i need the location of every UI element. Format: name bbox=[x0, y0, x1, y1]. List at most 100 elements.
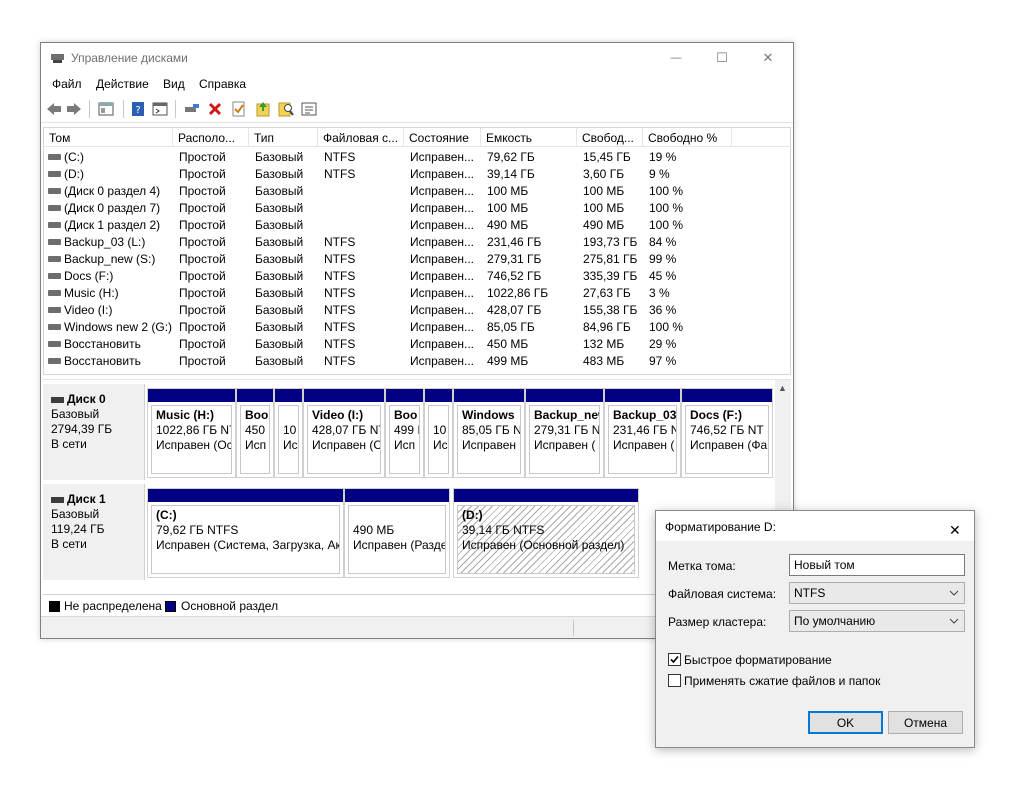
dialog-close-button[interactable]: ✕ bbox=[940, 513, 970, 539]
volume-label-input[interactable]: Новый том bbox=[789, 554, 965, 576]
search-button[interactable] bbox=[277, 100, 295, 118]
partition-block[interactable]: Boo 450 Исп bbox=[236, 388, 274, 478]
table-row[interactable]: Backup_new (S:) Простой Базовый NTFS Исправе… bbox=[44, 250, 790, 267]
disk0-type: Базовый bbox=[51, 407, 100, 421]
table-cell: Простой bbox=[179, 337, 226, 351]
delete-button[interactable] bbox=[206, 100, 224, 118]
table-cell: Базовый bbox=[255, 269, 304, 283]
table-cell: Исправен... bbox=[410, 201, 475, 215]
column-header-layout[interactable]: Располо... bbox=[173, 128, 249, 147]
table-row[interactable]: Docs (F:) Простой Базовый NTFS Исправен... 74… bbox=[44, 267, 790, 284]
column-header-free[interactable]: Свобод... bbox=[577, 128, 643, 147]
menu-view[interactable]: Вид bbox=[163, 77, 185, 91]
partition-block[interactable]: Video (I:) 428,07 ГБ NT Исправен (С bbox=[303, 388, 385, 478]
disk0-title: Диск 0 bbox=[51, 392, 144, 407]
compression-checkbox[interactable] bbox=[668, 674, 681, 687]
table-row[interactable]: Восстановить Простой Базовый NTFS Исправен..… bbox=[44, 352, 790, 369]
table-cell: Простой bbox=[179, 167, 226, 181]
toolbar-separator bbox=[123, 100, 124, 118]
menu-file[interactable]: Файл bbox=[52, 77, 82, 91]
partition-block[interactable]: 490 МБ Исправен (Разде bbox=[344, 488, 450, 578]
compression-label[interactable]: Применять сжатие файлов и папок bbox=[684, 674, 880, 688]
minimize-button[interactable]: — bbox=[653, 43, 699, 73]
volume-label-caption: Метка тома: bbox=[668, 559, 736, 573]
table-row[interactable]: Video (I:) Простой Базовый NTFS Исправен... 4… bbox=[44, 301, 790, 318]
scroll-up-icon[interactable]: ▲ bbox=[778, 383, 787, 393]
partition-size: 10 bbox=[433, 423, 447, 437]
partition-size: 428,07 ГБ NT bbox=[312, 423, 381, 437]
partition-block[interactable]: Music (H:) 1022,86 ГБ NT Исправен (Ос bbox=[147, 388, 236, 478]
disk-icon bbox=[51, 396, 64, 403]
volume-icon bbox=[48, 239, 61, 245]
table-row[interactable]: (Диск 0 раздел 7) Простой Базовый Исправен.… bbox=[44, 199, 790, 216]
table-cell: Исправен... bbox=[410, 354, 475, 368]
table-cell: Исправен... bbox=[410, 184, 475, 198]
menu-help[interactable]: Справка bbox=[199, 77, 246, 91]
quick-format-label[interactable]: Быстрое форматирование bbox=[684, 653, 832, 667]
partition-block[interactable]: 10 Ис bbox=[424, 388, 453, 478]
column-header-free-percent[interactable]: Свободно % bbox=[643, 128, 732, 147]
partition-block[interactable]: Docs (F:) 746,52 ГБ NT Исправен (Фа bbox=[681, 388, 773, 478]
help-button[interactable]: ? bbox=[129, 100, 147, 118]
column-header-volume[interactable]: Том bbox=[44, 128, 173, 147]
view-button[interactable] bbox=[97, 100, 115, 118]
menu-bar: Файл Действие Вид Справка bbox=[41, 73, 793, 95]
table-row[interactable]: (Диск 1 раздел 2) Простой Базовый Исправен.… bbox=[44, 216, 790, 233]
table-cell: Простой bbox=[179, 320, 226, 334]
minimize-icon: — bbox=[670, 52, 682, 64]
table-row[interactable]: Восстановить Простой Базовый NTFS Исправен..… bbox=[44, 335, 790, 352]
table-row[interactable]: (Диск 0 раздел 4) Простой Базовый Исправен.… bbox=[44, 182, 790, 199]
table-cell: 19 % bbox=[649, 150, 677, 164]
partition-block[interactable]: Windows 85,05 ГБ N Исправен bbox=[453, 388, 525, 478]
ok-button[interactable]: OK bbox=[808, 711, 883, 734]
partition-block[interactable]: Backup_new279,31 ГБ NИсправен ( bbox=[525, 388, 604, 478]
console-button[interactable] bbox=[151, 100, 169, 118]
table-row[interactable]: (D:) Простой Базовый NTFS Исправен... 39,14 Г… bbox=[44, 165, 790, 182]
partition-bar bbox=[148, 389, 235, 402]
table-cell: 100 МБ bbox=[583, 201, 625, 215]
close-button[interactable]: ✕ bbox=[745, 43, 791, 73]
menu-action[interactable]: Действие bbox=[96, 77, 149, 91]
table-cell: Исправен... bbox=[410, 320, 475, 334]
back-button[interactable] bbox=[45, 100, 63, 118]
legend-primary-swatch bbox=[165, 601, 176, 612]
column-header-status[interactable]: Состояние bbox=[404, 128, 481, 147]
list-icon bbox=[301, 102, 317, 116]
partition-status: Исправен (Система, Загрузка, Ак bbox=[156, 538, 340, 552]
table-row[interactable]: Windows new 2 (G:) Простой Базовый NTFS Испр… bbox=[44, 318, 790, 335]
table-row[interactable]: (C:) Простой Базовый NTFS Исправен... 79,62 Г… bbox=[44, 148, 790, 165]
forward-button[interactable] bbox=[65, 100, 83, 118]
list-button[interactable] bbox=[300, 100, 318, 118]
console-icon bbox=[152, 102, 168, 116]
table-cell: Базовый bbox=[255, 167, 304, 181]
partition-block[interactable]: Backup_03 231,46 ГБ N Исправен ( bbox=[604, 388, 681, 478]
partition-block[interactable]: (C:) 79,62 ГБ NTFS Исправен (Система, Загр… bbox=[147, 488, 344, 578]
column-header-filesystem[interactable]: Файловая с... bbox=[318, 128, 404, 147]
partition-block[interactable]: 10 Ис bbox=[274, 388, 303, 478]
column-header-capacity[interactable]: Емкость bbox=[481, 128, 577, 147]
maximize-button[interactable]: ☐ bbox=[699, 43, 745, 73]
partition-block[interactable]: Boo 499 I Исп bbox=[385, 388, 424, 478]
table-cell: NTFS bbox=[324, 150, 356, 164]
cluster-size-select[interactable]: По умолчанию bbox=[789, 610, 965, 632]
up-button[interactable] bbox=[254, 100, 272, 118]
partition-bar bbox=[605, 389, 680, 402]
table-cell: Восстановить bbox=[64, 337, 141, 351]
partition-block[interactable]: (D:) 39,14 ГБ NTFS Исправен (Основной разд… bbox=[453, 488, 639, 578]
table-row[interactable]: Backup_03 (L:) Простой Базовый NTFS Исправен… bbox=[44, 233, 790, 250]
table-cell: 100 МБ bbox=[487, 201, 529, 215]
table-cell: Восстановить bbox=[64, 354, 141, 368]
table-row[interactable]: Music (H:) Простой Базовый NTFS Исправен... 1… bbox=[44, 284, 790, 301]
filesystem-select[interactable]: NTFS bbox=[789, 582, 965, 604]
partition-title: Boo bbox=[394, 408, 418, 422]
properties-button[interactable] bbox=[183, 100, 201, 118]
quick-format-checkbox[interactable] bbox=[668, 653, 681, 666]
table-cell: Исправен... bbox=[410, 235, 475, 249]
check-button[interactable] bbox=[230, 100, 248, 118]
column-header-type[interactable]: Тип bbox=[249, 128, 318, 147]
disk0-label[interactable]: Диск 0 Базовый 2794,39 ГБ В сети bbox=[43, 384, 145, 480]
filesystem-caption: Файловая система: bbox=[668, 587, 777, 601]
disk1-size: 119,24 ГБ bbox=[51, 522, 105, 536]
cancel-button[interactable]: Отмена bbox=[888, 711, 963, 734]
disk1-label[interactable]: Диск 1 Базовый 119,24 ГБ В сети bbox=[43, 484, 145, 580]
